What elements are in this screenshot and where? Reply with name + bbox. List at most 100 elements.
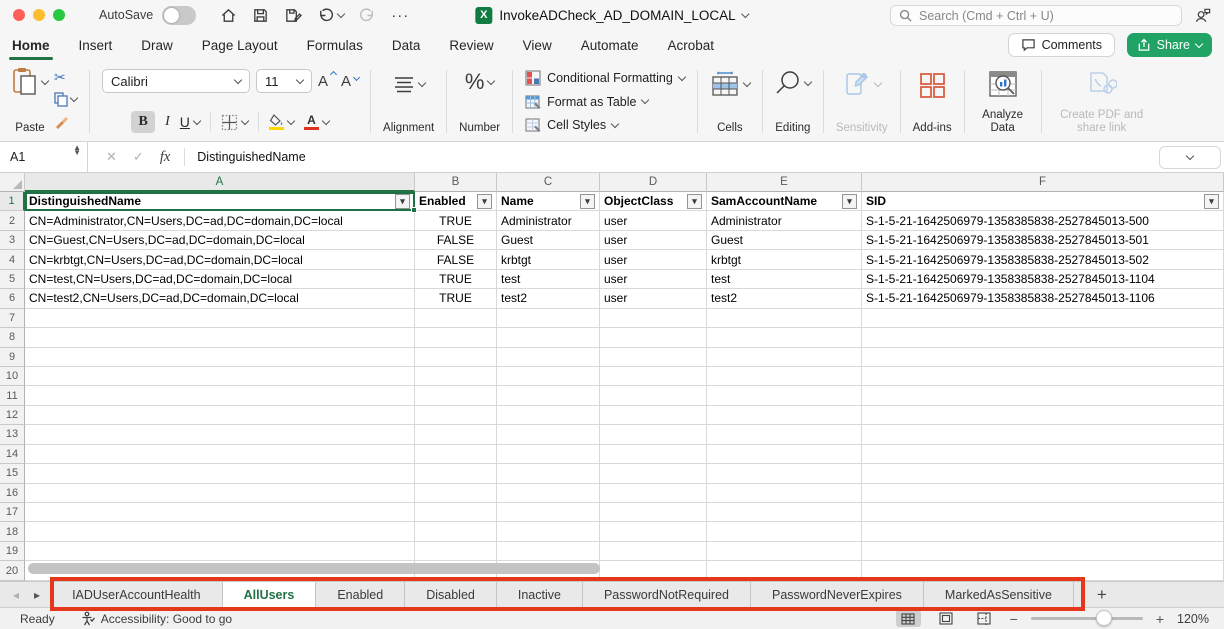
horizontal-scrollbar[interactable] [28, 563, 600, 574]
cell-A4[interactable]: CN=krbtgt,CN=Users,DC=ad,DC=domain,DC=lo… [25, 250, 415, 269]
row-header-3[interactable]: 3 [0, 231, 25, 250]
cut-button[interactable]: ✂ [54, 69, 77, 85]
cell-A16[interactable] [25, 484, 415, 503]
home-icon[interactable] [220, 7, 237, 24]
ribbon-tab-insert[interactable]: Insert [79, 30, 113, 60]
column-header-A[interactable]: A [25, 173, 415, 192]
ribbon-tab-formulas[interactable]: Formulas [307, 30, 363, 60]
cell-B8[interactable] [415, 328, 497, 347]
ribbon-tab-home[interactable]: Home [12, 30, 50, 60]
cell-C2[interactable]: Administrator [497, 211, 600, 230]
cell-E19[interactable] [707, 542, 862, 561]
cell-D15[interactable] [600, 464, 707, 483]
more-toolbar-icon[interactable]: ··· [391, 7, 409, 24]
cell-F14[interactable] [862, 445, 1224, 464]
cell-D17[interactable] [600, 503, 707, 522]
cell-D9[interactable] [600, 348, 707, 367]
add-sheet-button[interactable]: + [1087, 582, 1117, 607]
cell-E11[interactable] [707, 386, 862, 405]
sheet-tab-passwordnotrequired[interactable]: PasswordNotRequired [583, 582, 751, 607]
cell-D2[interactable]: user [600, 211, 707, 230]
cell-C10[interactable] [497, 367, 600, 386]
cell-F20[interactable] [862, 561, 1224, 580]
decrease-font-size-button[interactable]: A [341, 73, 358, 90]
cell-E3[interactable]: Guest [707, 231, 862, 250]
cell-B18[interactable] [415, 522, 497, 541]
cell-B4[interactable]: FALSE [415, 250, 497, 269]
format-painter-button[interactable] [54, 113, 77, 129]
number-group[interactable]: % Number [450, 65, 509, 138]
save-as-icon[interactable] [284, 7, 302, 24]
cell-E5[interactable]: test [707, 270, 862, 289]
cell-A12[interactable] [25, 406, 415, 425]
normal-view-button[interactable] [896, 610, 921, 627]
font-name-select[interactable]: Calibri [102, 69, 250, 93]
ribbon-tab-review[interactable]: Review [449, 30, 493, 60]
cell-A18[interactable] [25, 522, 415, 541]
row-header-2[interactable]: 2 [0, 211, 25, 230]
cell-B11[interactable] [415, 386, 497, 405]
cell-D11[interactable] [600, 386, 707, 405]
cell-E18[interactable] [707, 522, 862, 541]
cell-C5[interactable]: test [497, 270, 600, 289]
row-header-9[interactable]: 9 [0, 348, 25, 367]
row-header-10[interactable]: 10 [0, 367, 25, 386]
cell-E9[interactable] [707, 348, 862, 367]
sheet-tab-markedassensitive[interactable]: MarkedAsSensitive [924, 582, 1074, 607]
sheet-tab-allusers[interactable]: AllUsers [223, 582, 317, 607]
cell-E7[interactable] [707, 309, 862, 328]
cancel-icon[interactable]: ✕ [106, 149, 117, 165]
cell-E15[interactable] [707, 464, 862, 483]
filter-button-C[interactable]: ▾ [580, 194, 595, 209]
column-header-D[interactable]: D [600, 173, 707, 192]
row-header-11[interactable]: 11 [0, 386, 25, 405]
cell-C16[interactable] [497, 484, 600, 503]
sheet-tab-disabled[interactable]: Disabled [405, 582, 497, 607]
row-header-8[interactable]: 8 [0, 328, 25, 347]
cell-A3[interactable]: CN=Guest,CN=Users,DC=ad,DC=domain,DC=loc… [25, 231, 415, 250]
cell-A17[interactable] [25, 503, 415, 522]
cell-F19[interactable] [862, 542, 1224, 561]
minimize-window-button[interactable] [33, 9, 45, 21]
cell-D20[interactable] [600, 561, 707, 580]
redo-icon[interactable] [359, 7, 376, 24]
cell-D7[interactable] [600, 309, 707, 328]
font-color-button[interactable]: A [304, 114, 329, 130]
cell-D16[interactable] [600, 484, 707, 503]
accessibility-status[interactable]: Accessibility: Good to go [81, 611, 232, 626]
cell-C4[interactable]: krbtgt [497, 250, 600, 269]
cell-E20[interactable] [707, 561, 862, 580]
cell-B1[interactable]: Enabled▾ [415, 192, 497, 211]
zoom-slider-knob[interactable] [1096, 610, 1112, 626]
cell-D6[interactable]: user [600, 289, 707, 308]
page-layout-view-button[interactable] [934, 610, 959, 627]
underline-button[interactable]: U [180, 114, 200, 130]
formula-bar-content[interactable]: DistinguishedName [197, 150, 305, 164]
document-title[interactable]: X InvokeADCheck_AD_DOMAIN_LOCAL [475, 7, 748, 24]
paste-button[interactable]: Paste [12, 67, 48, 135]
cell-B6[interactable]: TRUE [415, 289, 497, 308]
row-header-5[interactable]: 5 [0, 270, 25, 289]
cell-E6[interactable]: test2 [707, 289, 862, 308]
row-header-16[interactable]: 16 [0, 484, 25, 503]
column-header-F[interactable]: F [862, 173, 1224, 192]
cell-F1[interactable]: SID▾ [862, 192, 1224, 211]
cell-F2[interactable]: S-1-5-21-1642506979-1358385838-252784501… [862, 211, 1224, 230]
cell-D18[interactable] [600, 522, 707, 541]
filter-button-E[interactable]: ▾ [842, 194, 857, 209]
cell-E17[interactable] [707, 503, 862, 522]
filter-button-D[interactable]: ▾ [687, 194, 702, 209]
zoom-slider[interactable] [1031, 617, 1143, 620]
comments-button[interactable]: Comments [1008, 33, 1115, 57]
sheet-tab-iaduseraccounthealth[interactable]: IADUserAccountHealth [50, 582, 223, 607]
column-header-C[interactable]: C [497, 173, 600, 192]
cell-B12[interactable] [415, 406, 497, 425]
cell-E16[interactable] [707, 484, 862, 503]
next-sheet-icon[interactable]: ▸ [34, 588, 40, 602]
cell-C13[interactable] [497, 425, 600, 444]
cell-A13[interactable] [25, 425, 415, 444]
column-header-B[interactable]: B [415, 173, 497, 192]
cell-D19[interactable] [600, 542, 707, 561]
increase-font-size-button[interactable]: A [318, 73, 335, 90]
cell-F15[interactable] [862, 464, 1224, 483]
